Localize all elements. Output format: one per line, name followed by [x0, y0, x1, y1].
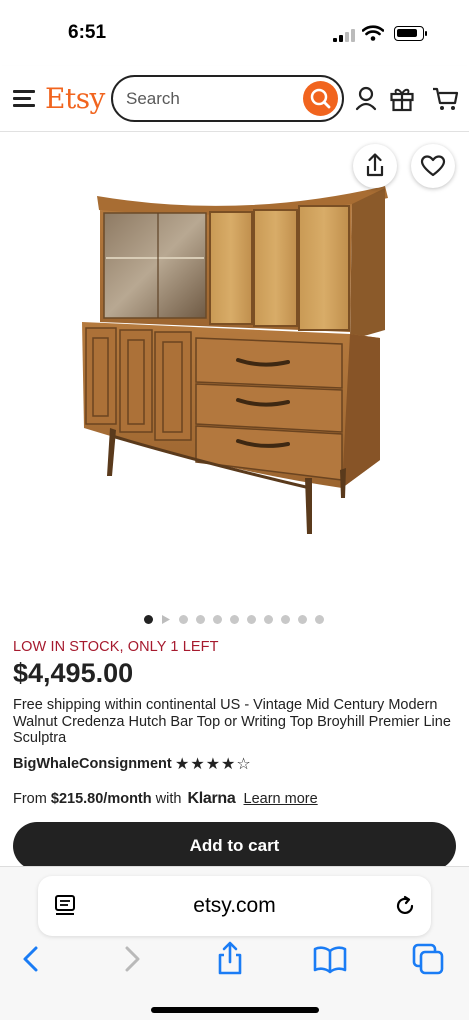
carousel-dot[interactable] — [247, 615, 256, 624]
account-icon[interactable] — [354, 86, 378, 112]
video-play-icon[interactable] — [161, 614, 171, 625]
financing-info: From $215.80/month with Klarna Learn mor… — [13, 790, 318, 808]
product-image — [82, 186, 388, 534]
financing-with: with — [155, 791, 182, 807]
home-indicator — [151, 1007, 319, 1013]
carousel-dot[interactable] — [281, 615, 290, 624]
product-image-carousel[interactable] — [0, 132, 469, 610]
share-button[interactable] — [353, 144, 397, 188]
bookmarks-icon[interactable] — [312, 944, 348, 974]
forward-icon[interactable] — [119, 944, 145, 974]
product-price: $4,495.00 — [13, 658, 134, 688]
url-text[interactable]: etsy.com — [38, 876, 431, 936]
carousel-dot[interactable] — [315, 615, 324, 624]
rating-stars[interactable]: ★★★★☆ — [175, 754, 252, 774]
search-input[interactable] — [126, 87, 296, 111]
product-title: Free shipping within continental US - Vi… — [13, 697, 451, 746]
heart-icon — [420, 155, 446, 177]
carousel-dot[interactable] — [213, 615, 222, 624]
learn-more-link[interactable]: Learn more — [244, 791, 318, 807]
carousel-indicator[interactable] — [0, 614, 469, 626]
financing-prefix: From — [13, 791, 47, 807]
favorite-button[interactable] — [411, 144, 455, 188]
cart-icon[interactable] — [432, 86, 459, 112]
status-bar: 6:51 — [0, 0, 469, 66]
shop-name-link[interactable]: BigWhaleConsignment — [13, 756, 172, 772]
stock-notice: LOW IN STOCK, ONLY 1 LEFT — [13, 639, 219, 655]
carousel-dot[interactable] — [298, 615, 307, 624]
back-icon[interactable] — [18, 944, 44, 974]
share-icon — [366, 153, 384, 177]
financing-amount: $215.80/month — [50, 791, 152, 807]
carousel-dot[interactable] — [179, 615, 188, 624]
search-button[interactable] — [303, 81, 338, 116]
share-sheet-icon[interactable] — [215, 940, 245, 976]
etsy-logo[interactable]: Etsy — [45, 82, 105, 115]
cellular-signal-icon — [333, 29, 355, 42]
carousel-dot-active[interactable] — [144, 615, 153, 624]
carousel-dot[interactable] — [196, 615, 205, 624]
reload-icon[interactable] — [393, 894, 417, 918]
browser-toolbar: etsy.com — [0, 866, 469, 1020]
gift-icon[interactable] — [389, 86, 415, 112]
carousel-dot[interactable] — [230, 615, 239, 624]
site-header: Etsy — [0, 66, 469, 132]
address-bar[interactable]: etsy.com — [38, 876, 431, 936]
wifi-icon — [362, 25, 384, 41]
search-icon — [310, 88, 331, 109]
add-to-cart-button[interactable]: Add to cart — [13, 822, 456, 870]
tabs-icon[interactable] — [411, 942, 445, 976]
status-time: 6:51 — [68, 22, 107, 43]
battery-icon — [394, 26, 427, 41]
carousel-dot[interactable] — [264, 615, 273, 624]
klarna-logo: Klarna — [187, 790, 236, 807]
menu-icon[interactable] — [13, 90, 35, 107]
search-bar[interactable] — [111, 75, 344, 122]
